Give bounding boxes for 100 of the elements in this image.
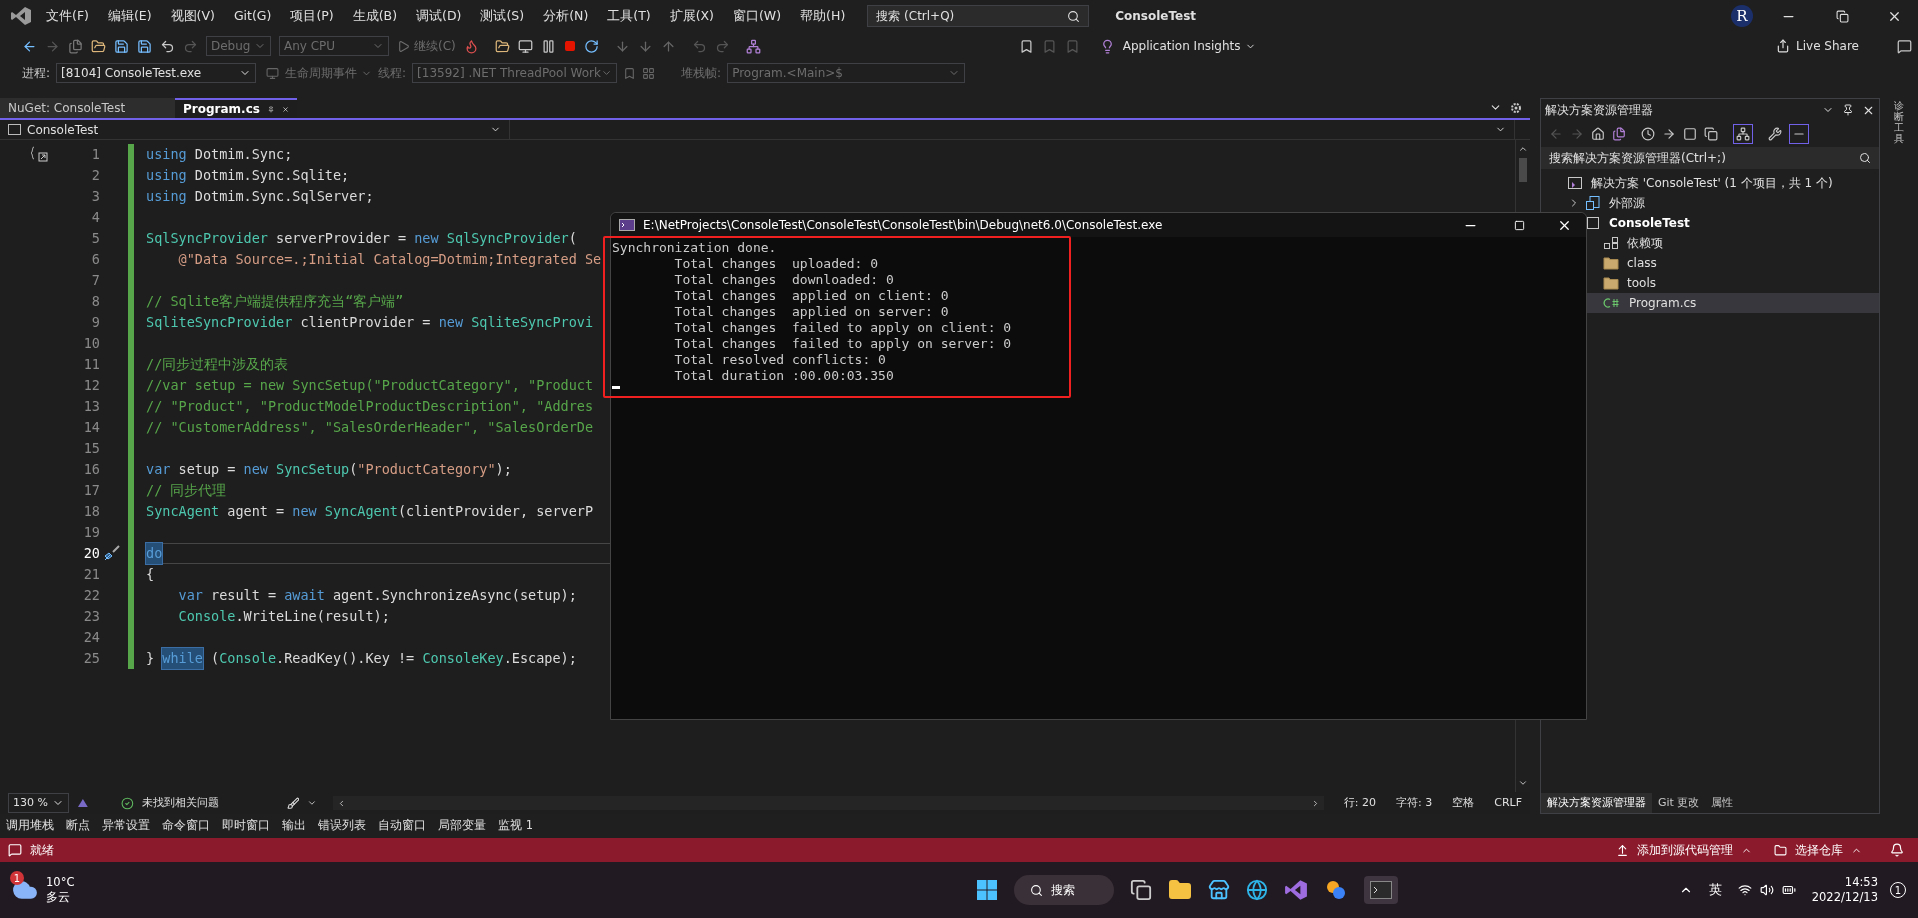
code-token: // 同步代理 xyxy=(146,481,227,500)
tree-item[interactable]: 外部源 xyxy=(1541,193,1879,213)
console-output-line: Total changes downloaded: 0 xyxy=(673,272,895,288)
menu-item[interactable]: 工具(T) xyxy=(607,6,651,26)
tool-window-tab[interactable]: 即时窗口 xyxy=(222,817,270,835)
code-token: (clientProvider, serverP xyxy=(398,502,594,521)
process-dropdown[interactable]: [8104] ConsoleTest.exe xyxy=(56,63,257,83)
code-token: SyncAgent xyxy=(323,502,398,521)
add-to-source-control-button[interactable]: 添加到源代码管理 xyxy=(1616,841,1752,859)
temperature: 10°C xyxy=(46,875,75,890)
menu-item[interactable]: 调试(D) xyxy=(416,6,462,26)
console-output-line: Total changes applied on client: 0 xyxy=(673,288,950,304)
line-ending-indicator: CRLF xyxy=(1494,794,1522,811)
weather-badge: 1 xyxy=(10,871,24,885)
tool-window-tab[interactable]: 监视 1 xyxy=(498,817,533,835)
line-number: 12 xyxy=(82,376,100,395)
code-token: } xyxy=(146,649,156,668)
code-token: // Sqlite客户端提供程序充当“客户端” xyxy=(146,292,404,311)
code-token: new xyxy=(438,313,463,332)
zoom-dropdown[interactable]: 130 % xyxy=(8,793,69,813)
application-insights-button[interactable]: Application Insights xyxy=(1122,37,1256,55)
diagnostics-tab[interactable]: 诊断工具 xyxy=(1894,100,1904,814)
code-token: result = xyxy=(210,586,278,605)
panel-tab[interactable]: 解决方案资源管理器 xyxy=(1541,792,1652,813)
stack-frame-label: 堆栈帧: xyxy=(681,65,722,82)
select-repository-button[interactable]: 选择仓库 xyxy=(1774,841,1862,859)
code-token: agent.SynchronizeAsync(setup); xyxy=(331,586,577,605)
line-number: 25 xyxy=(82,649,100,668)
tree-item[interactable]: 解决方案 'ConsoleTest' (1 个项目，共 1 个) xyxy=(1541,173,1879,193)
line-number: 10 xyxy=(82,334,100,353)
code-token: // "CustomerAddress", "SalesOrderHeader", "SalesOrderDe xyxy=(146,418,594,437)
tool-window-tab[interactable]: 调用堆栈 xyxy=(6,817,54,835)
tree-item[interactable]: ConsoleTest xyxy=(1541,213,1879,233)
line-number: 14 xyxy=(82,418,100,437)
tool-window-tab[interactable]: 局部变量 xyxy=(438,817,486,835)
tool-window-tab[interactable]: 自动窗口 xyxy=(378,817,426,835)
line-number: 19 xyxy=(82,523,100,542)
search-field[interactable]: 搜索解决方案资源管理器(Ctrl+;) xyxy=(1541,147,1879,169)
code-token: // "Product", "ProductModelProductDescription", "Addres xyxy=(146,397,594,416)
code-token: SqlSyncProvider xyxy=(146,229,268,248)
menu-item[interactable]: 分析(N) xyxy=(543,6,589,26)
panel-tab[interactable]: Git 更改 xyxy=(1652,792,1706,813)
live-share-button[interactable]: Live Share xyxy=(1776,37,1859,55)
project-dropdown[interactable]: ConsoleTest xyxy=(0,120,510,139)
code-token: Console xyxy=(178,607,236,626)
code-token: ( xyxy=(349,460,358,479)
code-token: SqlSyncProvider xyxy=(445,229,569,248)
line-number: 11 xyxy=(82,355,100,374)
tool-window-tab[interactable]: 输出 xyxy=(282,817,306,835)
code-token: serverProvider = xyxy=(275,229,408,248)
document-tab[interactable]: Program.cs xyxy=(175,98,297,118)
user-avatar[interactable]: R xyxy=(1731,5,1753,27)
document-tab[interactable]: NuGet: ConsoleTest xyxy=(0,98,175,118)
taskbar-search[interactable]: 搜索 xyxy=(1013,875,1114,905)
line-number: 8 xyxy=(90,292,100,311)
code-token: //同步过程中涉及的表 xyxy=(146,355,289,374)
code-token: SqliteSyncProvi xyxy=(470,313,594,332)
menu-item[interactable]: 窗口(W) xyxy=(733,6,782,26)
code-token: await xyxy=(284,586,325,605)
code-token: SyncSetup xyxy=(275,460,350,479)
code-token: "ProductCategory" xyxy=(357,460,496,479)
code-token: SyncAgent xyxy=(146,502,220,521)
tree-item[interactable]: tools xyxy=(1541,273,1879,293)
code-token: agent = xyxy=(226,502,286,521)
tree-item[interactable]: 依赖项 xyxy=(1541,233,1879,253)
menu-item[interactable]: 扩展(X) xyxy=(669,6,714,26)
menu-item[interactable]: 项目(P) xyxy=(290,6,334,26)
code-token: .Escape); xyxy=(503,649,577,668)
console-output-line: Total duration :00.00:03.350 xyxy=(673,368,895,384)
code-token: ); xyxy=(495,460,512,479)
line-number: 16 xyxy=(82,460,100,479)
line-indicator: 行: 20 xyxy=(1343,794,1376,811)
line-number: 21 xyxy=(82,565,100,584)
menu-item[interactable]: Git(G) xyxy=(233,6,272,26)
input-language[interactable]: 英 xyxy=(1708,880,1722,900)
menu-item[interactable]: 帮助(H) xyxy=(800,6,846,26)
code-token: using xyxy=(146,187,187,206)
status-message: 就绪 xyxy=(30,842,54,859)
tool-window-tab[interactable]: 异常设置 xyxy=(102,817,150,835)
menu-item[interactable]: 文件(F) xyxy=(46,6,89,26)
menu-item[interactable]: 生成(B) xyxy=(352,6,398,26)
line-number: 6 xyxy=(90,250,100,269)
code-token: var xyxy=(178,586,203,605)
menu-item[interactable]: 视图(V) xyxy=(170,6,215,26)
line-number: 20 xyxy=(82,544,100,563)
clock[interactable]: 14:53 2022/12/13 xyxy=(1811,875,1878,905)
search-field[interactable]: 搜索 (Ctrl+Q) xyxy=(867,5,1090,27)
code-token: .WriteLine(result); xyxy=(235,607,390,626)
menu-item[interactable]: 测试(S) xyxy=(480,6,525,26)
tool-window-tab[interactable]: 命令窗口 xyxy=(162,817,210,835)
menu-item[interactable]: 编辑(E) xyxy=(107,6,152,26)
tree-item[interactable]: class xyxy=(1541,253,1879,273)
tool-window-tab[interactable]: 断点 xyxy=(66,817,90,835)
line-number: 13 xyxy=(82,397,100,416)
tool-window-tab[interactable]: 错误列表 xyxy=(318,817,366,835)
code-token: new xyxy=(414,229,439,248)
code-token: while xyxy=(162,648,203,669)
code-token: ConsoleKey xyxy=(422,649,504,668)
code-token: Console xyxy=(219,649,277,668)
panel-tab[interactable]: 属性 xyxy=(1705,792,1740,813)
